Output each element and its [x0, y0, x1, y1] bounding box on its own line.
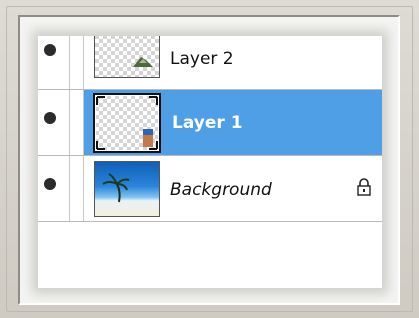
palm-tree-icon	[102, 173, 130, 203]
layer-name: Layer 1	[172, 113, 243, 133]
visibility-toggle[interactable]	[38, 36, 70, 89]
layer-thumbnail	[93, 93, 161, 153]
eye-icon	[44, 112, 56, 124]
eye-icon	[44, 44, 56, 56]
visibility-toggle[interactable]	[38, 90, 70, 155]
layer-name: Background	[170, 180, 272, 200]
lock-icon	[357, 178, 371, 196]
layer-name: Layer 2	[170, 49, 234, 69]
eye-icon	[44, 178, 56, 190]
thumbnail-image-icon	[96, 96, 158, 150]
layer-row-layer-1[interactable]: Layer 1	[38, 90, 382, 156]
link-column	[70, 156, 84, 221]
layers-list: Layer 2 Layer 1 Background	[38, 36, 382, 288]
layer-thumbnail	[94, 36, 160, 78]
layer-thumbnail	[94, 161, 160, 217]
layer-row-background[interactable]: Background	[38, 156, 382, 222]
layer-row-layer-2[interactable]: Layer 2	[38, 36, 382, 90]
link-column	[70, 36, 84, 89]
panel-frame: Layer 2 Layer 1 Background	[0, 0, 419, 318]
visibility-toggle[interactable]	[38, 156, 70, 221]
empty-layers-area	[38, 222, 382, 288]
link-column	[70, 90, 84, 155]
thumbnail-image-icon	[133, 57, 153, 67]
